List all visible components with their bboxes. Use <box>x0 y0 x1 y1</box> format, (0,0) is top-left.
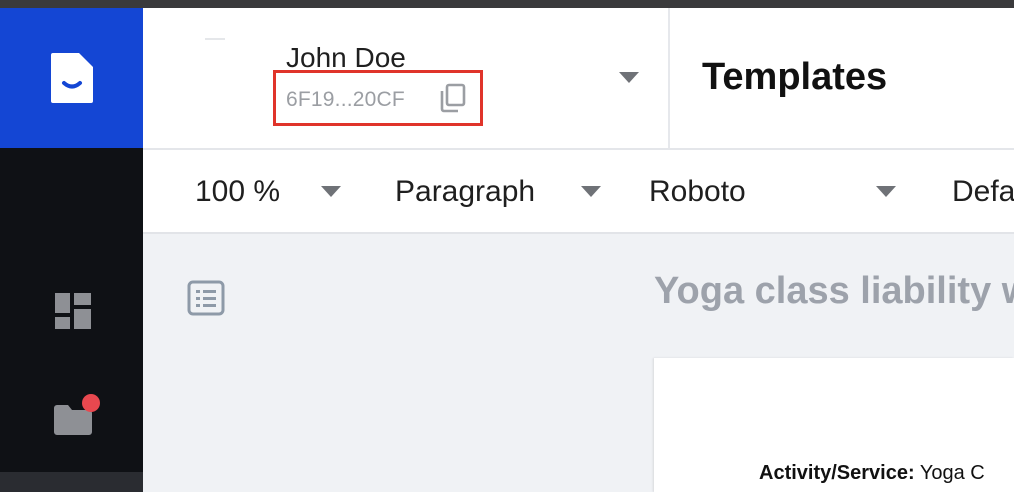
font-family-value: Roboto <box>649 175 746 208</box>
zoom-value: 100 % <box>195 175 281 208</box>
avatar-placeholder <box>205 38 225 40</box>
highlight-annotation <box>273 70 483 126</box>
zoom-select[interactable]: 100 % <box>195 150 355 234</box>
account-switcher[interactable]: John Doe 6F19...20CF <box>143 8 670 148</box>
app-logo[interactable] <box>0 8 143 148</box>
left-rail <box>0 8 143 492</box>
caret-down-icon <box>321 186 341 197</box>
document-smile-icon <box>50 53 93 103</box>
document-title[interactable]: Yoga class liability w <box>654 270 1014 313</box>
document-page[interactable]: Activity/Service: Yoga C <box>654 358 1014 492</box>
page-title: Templates <box>702 56 888 98</box>
top-header: John Doe 6F19...20CF Templates <box>143 8 1014 150</box>
notification-dot <box>82 394 100 412</box>
window-top-strip <box>0 0 1014 8</box>
caret-down-icon <box>876 186 896 197</box>
rail-bottom-bar <box>0 472 143 492</box>
document-field: Activity/Service: Yoga C <box>759 462 985 485</box>
nav-dashboard[interactable] <box>52 290 94 332</box>
font-family-select[interactable]: Roboto <box>649 150 899 234</box>
paragraph-style-value: Paragraph <box>395 175 536 208</box>
font-size-select[interactable]: Defa <box>952 150 1014 234</box>
account-dropdown-caret[interactable] <box>617 70 641 86</box>
field-label: Activity/Service: <box>759 462 915 484</box>
document-outline-button[interactable] <box>187 280 225 316</box>
caret-down-icon <box>581 186 601 197</box>
dashboard-icon <box>55 293 91 329</box>
font-size-value: Defa <box>952 175 1014 208</box>
field-value: Yoga C <box>919 462 985 484</box>
list-outline-icon <box>187 280 225 316</box>
paragraph-style-select[interactable]: Paragraph <box>395 150 605 234</box>
format-toolbar: 100 % Paragraph Roboto Defa <box>143 150 1014 234</box>
nav-folders[interactable] <box>52 394 100 440</box>
caret-down-icon <box>619 72 639 83</box>
